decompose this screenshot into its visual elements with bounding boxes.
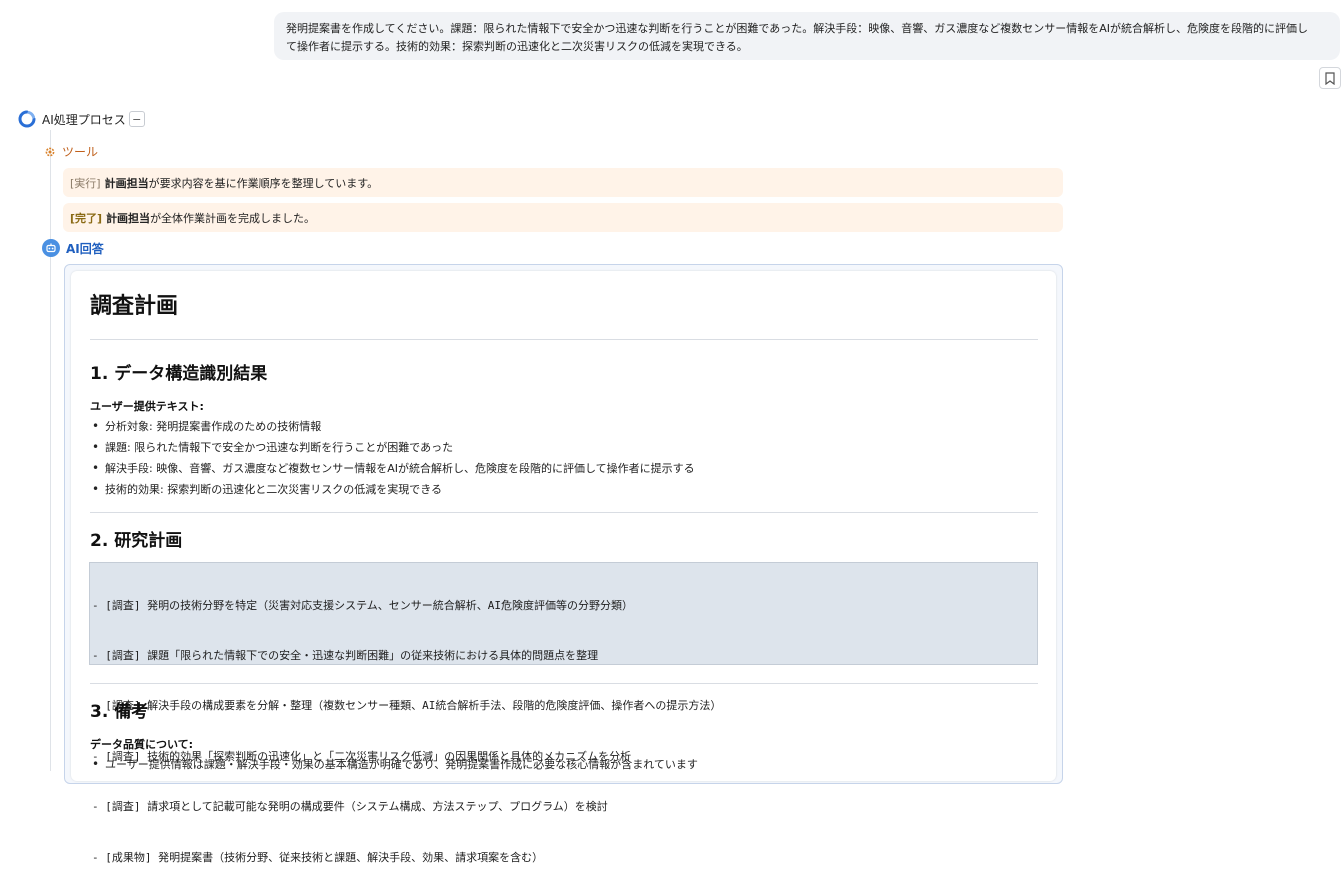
user-message-line-1: 発明提案書を作成してください。課題：限られた情報下で安全かつ迅速な判断を行うこと… (286, 22, 1308, 35)
ai-process-header: AI処理プロセス − (18, 110, 145, 128)
divider (90, 512, 1038, 513)
user-message-bubble: 発明提案書を作成してください。課題：限られた情報下で安全かつ迅速な判断を行うこと… (274, 12, 1340, 60)
thread-line (50, 130, 51, 771)
gear-icon (45, 147, 55, 156)
log-tag: [完了] (70, 211, 103, 225)
divider (90, 339, 1038, 340)
section-title: 2. 研究計画 (90, 531, 183, 551)
answer-title: 調査計画 (90, 294, 179, 319)
bookmark-button[interactable] (1319, 67, 1341, 89)
bullet-list: 分析対象: 発明提案書作成のための技術情報 課題: 限られた情報下で安全かつ迅速… (90, 416, 695, 500)
user-message-line-2: て操作者に提示する。技術的効果：探索判断の迅速化と二次災害リスクの低減を実現でき… (286, 40, 748, 53)
section-sub-label: データ品質について: (90, 738, 194, 751)
ai-answer-label: AI回答 (66, 241, 104, 256)
ai-process-title: AI処理プロセス (42, 112, 126, 127)
code-line: - [調査] 請求項として記載可能な発明の構成要件（システム構成、方法ステップ、… (92, 800, 608, 814)
log-text: が要求内容を基に作業順序を整理しています。 (148, 176, 379, 190)
section-title: 1. データ構造識別結果 (90, 364, 268, 384)
list-item: 課題: 限られた情報下で安全かつ迅速な判断を行うことが困難であった (90, 437, 695, 458)
log-actor: 計画担当 (104, 176, 149, 190)
log-text: が全体作業計画を完成しました。 (150, 211, 316, 225)
code-line: - [成果物] 発明提案書（技術分野、従来技術と課題、解決手段、効果、請求項案を… (92, 850, 544, 864)
code-line: - [調査] 課題「限られた情報下での安全・迅速な判断困難」の従来技術における具… (92, 648, 599, 662)
list-item: 分析対象: 発明提案書作成のための技術情報 (90, 416, 695, 437)
section-title: 3. 備考 (90, 702, 149, 722)
list-item: 技術的効果: 探索判断の迅速化と二次災害リスクの低減を実現できる (90, 479, 695, 500)
log-actor: 計画担当 (106, 211, 151, 225)
divider (90, 683, 1038, 684)
tool-label: ツール (62, 145, 99, 159)
log-row-exec: [実行] 計画担当 が要求内容を基に作業順序を整理しています。 (63, 168, 1063, 197)
section-sub-label: ユーザー提供テキスト: (90, 400, 204, 413)
list-item: 解決手段: 映像、音響、ガス濃度など複数センサー情報をAIが統合解析し、危険度を… (90, 458, 695, 479)
bullet-list: ユーザー提供情報は課題・解決手段・効果の基本構造が明確であり、発明提案書作成に必… (90, 754, 698, 775)
code-line: - [調査] 発明の技術分野を特定（災害対応支援システム、センサー統合解析、AI… (92, 598, 634, 612)
tool-header: ツール (44, 143, 98, 160)
code-block: - [調査] 発明の技術分野を特定（災害対応支援システム、センサー統合解析、AI… (89, 562, 1038, 864)
code-line: - [調査] 解決手段の構成要素を分解・整理（複数センサー種類、AI統合解析手法… (92, 699, 722, 713)
bookmark-icon (1325, 71, 1335, 85)
ai-answer-header: AI回答 (42, 239, 104, 257)
collapse-button[interactable]: − (128, 111, 145, 127)
list-item: ユーザー提供情報は課題・解決手段・効果の基本構造が明確であり、発明提案書作成に必… (90, 754, 698, 775)
log-tag: [実行] (70, 176, 101, 190)
ai-process-spinner-icon (18, 110, 36, 128)
robot-icon (42, 239, 60, 257)
log-row-done: [完了] 計画担当 が全体作業計画を完成しました。 (63, 203, 1063, 232)
